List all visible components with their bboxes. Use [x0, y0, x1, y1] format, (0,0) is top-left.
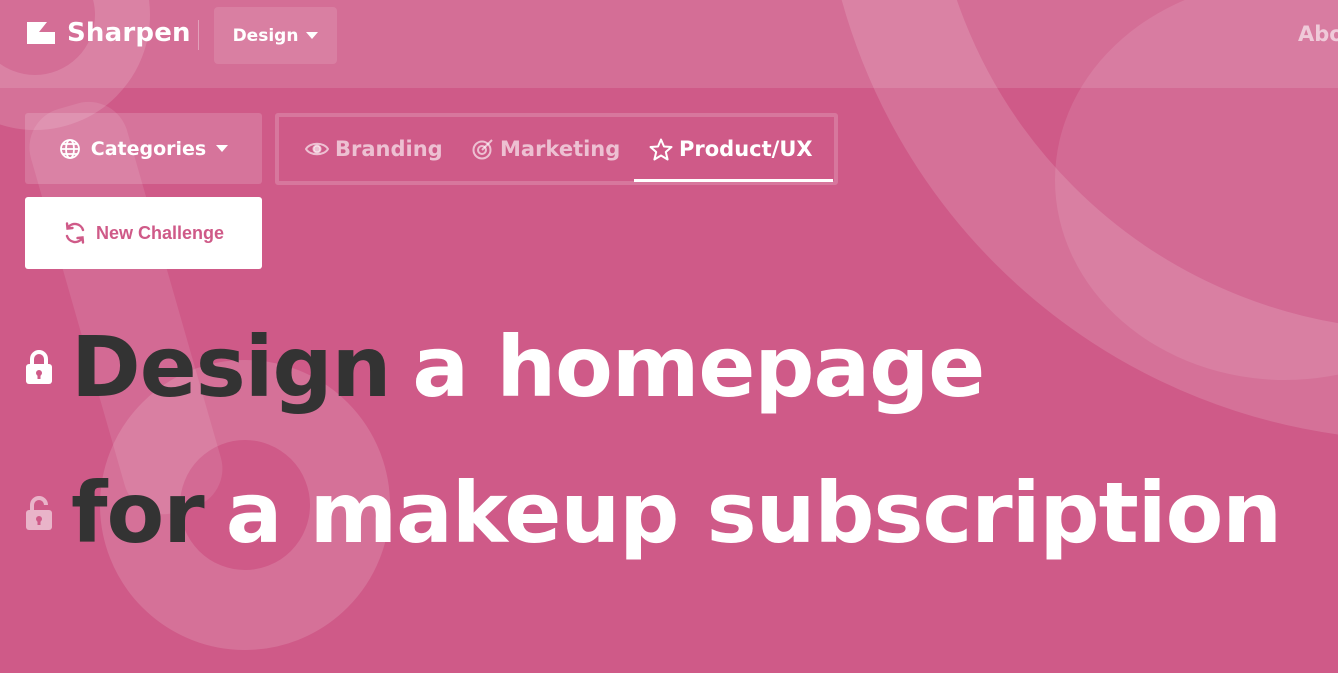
about-link[interactable]: Abo [1298, 22, 1338, 46]
tab-label: Marketing [500, 137, 621, 161]
tab-branding[interactable]: Branding [305, 117, 443, 181]
categories-dropdown[interactable]: Categories [25, 113, 262, 184]
challenge-line-1: Design a homepage [25, 318, 985, 416]
locked-word: for [71, 464, 205, 562]
top-nav: Sharpen Design Abo [0, 0, 1338, 88]
brand-name: Sharpen [67, 18, 191, 48]
refresh-icon [65, 222, 85, 244]
tab-label: Branding [335, 137, 443, 161]
new-challenge-label: New Challenge [95, 222, 225, 243]
domain-dropdown[interactable]: Design [214, 7, 337, 64]
chevron-down-icon [216, 145, 229, 152]
chevron-down-icon [306, 32, 319, 39]
unlock-icon[interactable] [25, 495, 53, 531]
category-tabs: Branding Marketing Product/UX [275, 113, 838, 185]
lock-icon[interactable] [25, 349, 53, 385]
domain-dropdown-label: Design [232, 25, 299, 46]
challenge-text: a homepage [412, 318, 985, 416]
star-icon [649, 138, 673, 160]
nav-divider [198, 20, 199, 50]
tab-marketing[interactable]: Marketing [472, 117, 620, 181]
globe-icon [59, 138, 80, 159]
new-challenge-button[interactable]: New Challenge [25, 197, 262, 269]
tab-product-ux[interactable]: Product/UX [649, 117, 813, 181]
target-icon [472, 139, 493, 160]
active-tab-indicator [634, 179, 833, 182]
categories-label: Categories [90, 137, 207, 160]
tab-label: Product/UX [679, 137, 813, 161]
sharpen-logo-icon [27, 22, 55, 44]
challenge-text: a makeup subscription [225, 464, 1282, 562]
eye-icon [305, 142, 329, 156]
locked-word: Design [71, 318, 391, 416]
challenge-line-2: for a makeup subscription [25, 464, 1282, 562]
brand-link[interactable]: Sharpen [25, 18, 191, 48]
